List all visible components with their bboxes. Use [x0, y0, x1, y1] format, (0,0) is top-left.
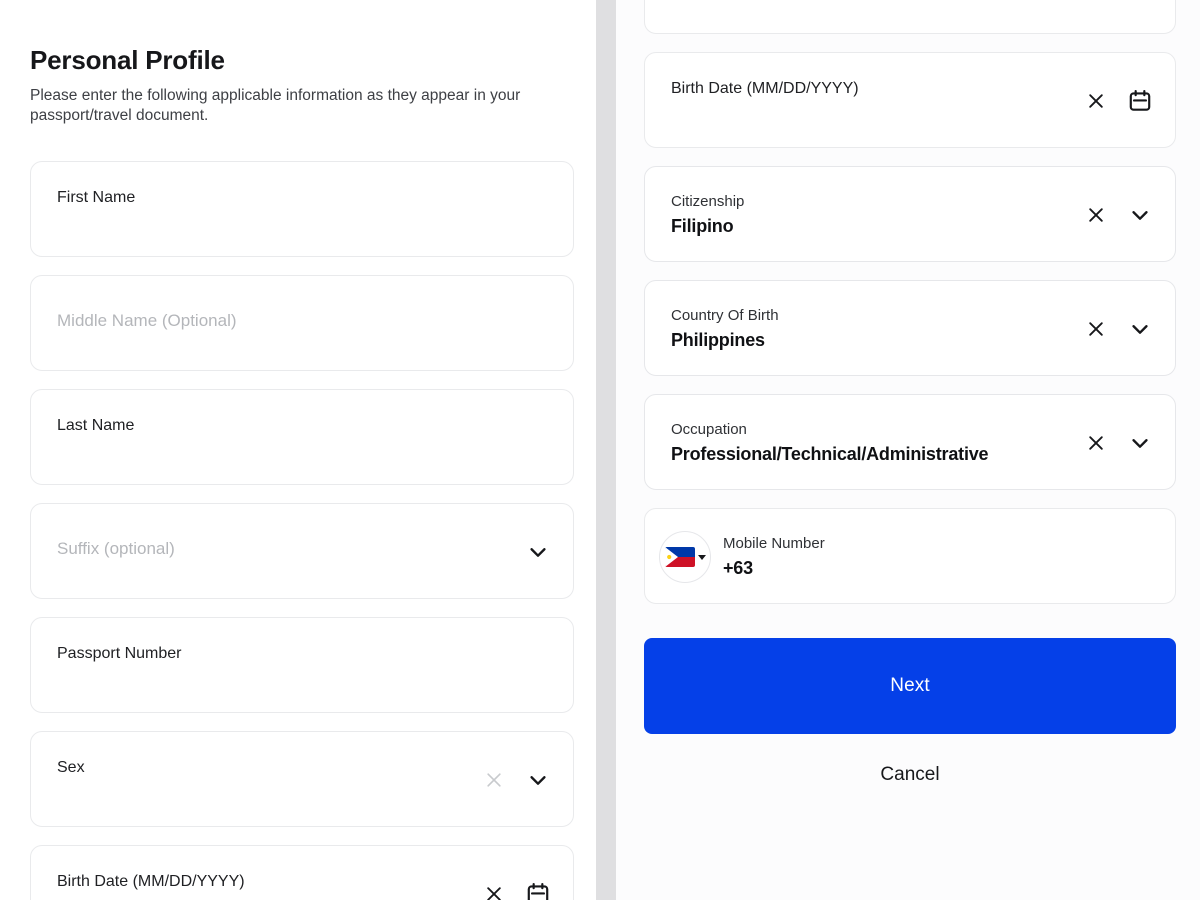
clear-icon[interactable] — [481, 767, 507, 793]
field-country-of-birth[interactable]: Country Of Birth Philippines — [644, 280, 1176, 376]
field-icons — [1083, 0, 1175, 35]
field-icons — [551, 276, 573, 372]
right-form-panel: Sex Birth Date (MM/DD/YYYY) Citizenship Fil… — [616, 0, 1200, 900]
clear-icon[interactable] — [1083, 88, 1109, 114]
field-body: Citizenship Filipino — [645, 167, 1083, 237]
field-label: Birth Date (MM/DD/YYYY) — [671, 79, 1083, 99]
left-panel-content: Personal Profile Please enter the follow… — [0, 0, 596, 900]
field-last-name[interactable]: Last Name — [30, 389, 574, 485]
page-title: Personal Profile — [30, 44, 574, 77]
personal-profile-screen: Personal Profile Please enter the follow… — [0, 0, 1200, 900]
field-value: +63 — [723, 558, 1153, 579]
right-field-list: Sex Birth Date (MM/DD/YYYY) Citizenship Fil… — [644, 0, 1176, 490]
field-label: Mobile Number — [723, 535, 1153, 554]
chevron-down-icon[interactable] — [1127, 316, 1153, 342]
field-body: Occupation Professional/Technical/Adminis… — [645, 395, 1083, 465]
mobile-number-body: Mobile Number +63 — [711, 509, 1153, 579]
field-value: Professional/Technical/Administrative — [671, 444, 1083, 465]
clear-icon[interactable] — [1083, 430, 1109, 456]
left-field-list: First Name Middle Name (Optional) Last Nam… — [30, 161, 574, 900]
left-form-panel: Personal Profile Please enter the follow… — [0, 0, 596, 900]
clear-icon[interactable] — [1083, 316, 1109, 342]
field-placeholder: Suffix (optional) — [57, 538, 525, 559]
field-placeholder: Middle Name (Optional) — [57, 310, 551, 331]
field-body: Country Of Birth Philippines — [645, 281, 1083, 351]
field-icons — [1083, 167, 1175, 263]
clear-icon[interactable] — [1083, 202, 1109, 228]
calendar-icon[interactable] — [525, 881, 551, 900]
field-icons — [525, 504, 573, 600]
field-body: Suffix (optional) — [31, 504, 525, 559]
field-value: Filipino — [671, 216, 1083, 237]
field-label: Birth Date (MM/DD/YYYY) — [57, 872, 481, 892]
field-birth-date-mm-dd-yyyy[interactable]: Birth Date (MM/DD/YYYY) — [30, 845, 574, 900]
field-body: Middle Name (Optional) — [31, 276, 551, 331]
chevron-down-icon[interactable] — [1127, 430, 1153, 456]
field-body: Passport Number — [31, 618, 551, 664]
field-icons — [481, 732, 573, 828]
field-body: Birth Date (MM/DD/YYYY) — [645, 53, 1083, 99]
field-value: Philippines — [671, 330, 1083, 351]
field-icons — [551, 390, 573, 486]
philippines-flag-icon — [665, 547, 695, 567]
country-caret-icon — [698, 555, 706, 560]
next-button[interactable]: Next — [644, 638, 1176, 734]
field-icons — [481, 846, 573, 900]
calendar-icon[interactable] — [1127, 88, 1153, 114]
chevron-down-icon[interactable] — [525, 539, 551, 565]
field-label: Sex — [57, 758, 481, 778]
field-body: First Name — [31, 162, 551, 208]
field-icons — [1153, 509, 1175, 605]
field-label: First Name — [57, 188, 551, 208]
field-body: Last Name — [31, 390, 551, 436]
field-icons — [1083, 281, 1175, 377]
page-subtitle: Please enter the following applicable in… — [30, 86, 574, 127]
field-sex[interactable]: Sex — [30, 731, 574, 827]
field-icons — [1083, 395, 1175, 491]
field-middle-name-optional[interactable]: Middle Name (Optional) — [30, 275, 574, 371]
right-panel-content: Sex Birth Date (MM/DD/YYYY) Citizenship Fil… — [616, 0, 1200, 816]
field-passport-number[interactable]: Passport Number — [30, 617, 574, 713]
country-code-selector[interactable] — [659, 531, 711, 583]
field-icons — [551, 618, 573, 714]
panel-divider — [596, 0, 616, 900]
field-label: Country Of Birth — [671, 307, 1083, 326]
chevron-down-icon[interactable] — [525, 767, 551, 793]
field-mobile-number[interactable]: Mobile Number +63 — [644, 508, 1176, 604]
field-label: Occupation — [671, 421, 1083, 440]
field-label: Passport Number — [57, 644, 551, 664]
field-label: Last Name — [57, 416, 551, 436]
chevron-down-icon[interactable] — [1127, 202, 1153, 228]
field-body: Birth Date (MM/DD/YYYY) — [31, 846, 481, 892]
field-birth-date-mm-dd-yyyy[interactable]: Birth Date (MM/DD/YYYY) — [644, 52, 1176, 148]
clear-icon[interactable] — [481, 881, 507, 900]
field-suffix-optional[interactable]: Suffix (optional) — [30, 503, 574, 599]
field-label: Citizenship — [671, 193, 1083, 212]
field-occupation[interactable]: Occupation Professional/Technical/Adminis… — [644, 394, 1176, 490]
field-icons — [551, 162, 573, 258]
field-icons — [1083, 53, 1175, 149]
field-citizenship[interactable]: Citizenship Filipino — [644, 166, 1176, 262]
action-buttons: Next Cancel — [644, 638, 1176, 816]
cancel-button[interactable]: Cancel — [644, 734, 1176, 816]
field-first-name[interactable]: First Name — [30, 161, 574, 257]
field-sex[interactable]: Sex — [644, 0, 1176, 34]
field-body: Sex — [31, 732, 481, 778]
